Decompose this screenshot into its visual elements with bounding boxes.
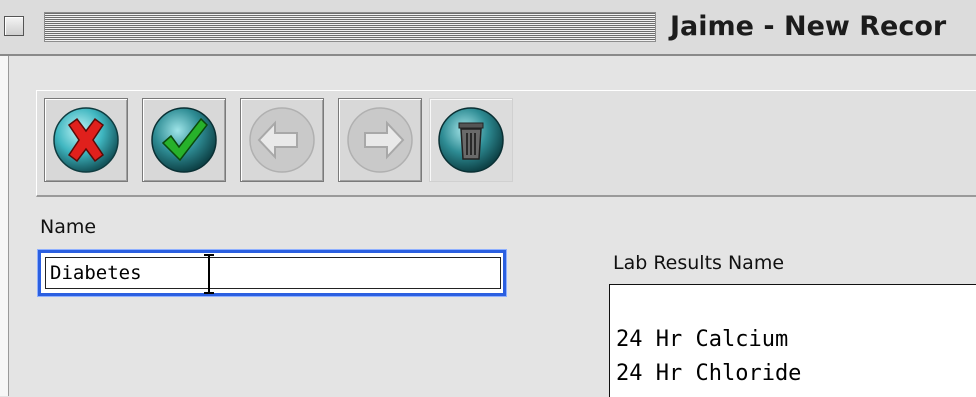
cancel-button[interactable] [44,98,128,182]
red-x-icon [53,107,119,173]
window-title: Jaime - New Recor [670,11,947,42]
lab-results-label: Lab Results Name [613,252,785,274]
toolbar [36,90,976,197]
title-bar-stripes [44,12,656,42]
arrow-right-icon [347,107,413,173]
text-cursor [204,254,214,294]
name-field-frame [38,250,506,296]
next-button[interactable] [338,98,422,182]
trash-icon [438,107,504,173]
name-input[interactable] [45,257,501,289]
window-frame [0,56,9,396]
title-bar[interactable]: Jaime - New Recor [0,0,976,56]
lab-results-list[interactable]: 24 Hr Calcium 24 Hr Chloride [609,284,976,397]
delete-button[interactable] [429,98,513,182]
name-label: Name [40,216,97,238]
previous-button[interactable] [240,98,324,182]
close-box[interactable] [4,16,24,36]
list-item[interactable]: 24 Hr Calcium [616,327,788,352]
arrow-left-icon [249,107,315,173]
green-check-icon [151,107,217,173]
save-button[interactable] [142,98,226,182]
list-item[interactable]: 24 Hr Chloride [616,361,801,386]
